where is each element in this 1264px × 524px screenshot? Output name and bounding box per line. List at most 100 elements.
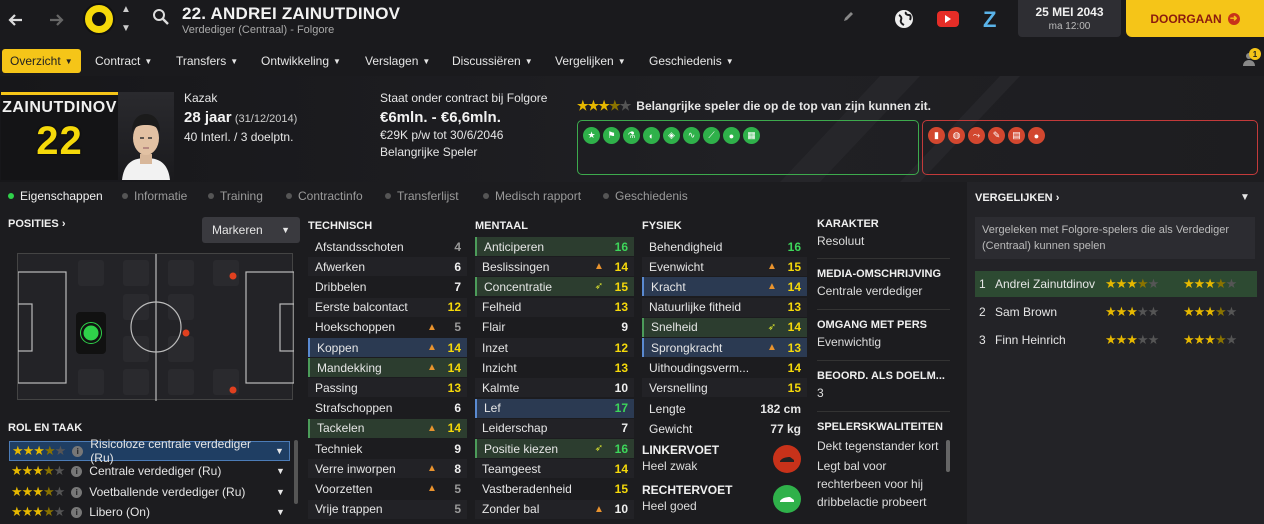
- attr-row[interactable]: Koppen ▲ 14: [308, 338, 467, 357]
- attr-row[interactable]: Versnelling 15: [642, 378, 807, 398]
- compare-row[interactable]: 1 Andrei Zainutdinov ★★★★★ ★★★★★: [975, 271, 1257, 297]
- attr-row[interactable]: Anticiperen 16: [475, 237, 634, 256]
- attr-row[interactable]: Afwerken 6: [308, 257, 467, 277]
- foot-trait-icon[interactable]: ◍: [948, 127, 965, 144]
- menu-ontwikkeling[interactable]: Ontwikkeling ▼: [253, 49, 349, 73]
- attr-row[interactable]: Positie kiezen ➶ 16: [475, 439, 634, 458]
- role-item[interactable]: ★★★★★ i Risicoloze centrale verdediger (…: [9, 437, 290, 465]
- attr-row[interactable]: Flair 9: [475, 318, 634, 337]
- compare-row[interactable]: 2 Sam Brown ★★★★★ ★★★★★: [975, 299, 1257, 325]
- attr-row[interactable]: Vastberadenheid 15: [475, 479, 634, 498]
- chevron-down-icon[interactable]: ▼: [276, 507, 290, 517]
- continue-button[interactable]: DOORGAAN ➜: [1126, 0, 1264, 37]
- compare-row[interactable]: 3 Finn Heinrich ★★★★★ ★★★★★: [975, 327, 1257, 353]
- attr-row[interactable]: Teamgeest 14: [475, 459, 634, 479]
- info-icon[interactable]: i: [72, 445, 84, 457]
- attr-row[interactable]: Natuurlijke fitheid 13: [642, 297, 807, 317]
- attr-row[interactable]: Zonder bal ▲ 10: [475, 499, 634, 519]
- info-icon[interactable]: i: [71, 486, 83, 498]
- positions-heading[interactable]: POSITIES ›: [8, 218, 65, 230]
- attr-row[interactable]: Leiderschap 7: [475, 418, 634, 438]
- attr-row[interactable]: Uithoudingsverm... 14: [642, 358, 807, 377]
- player-switch-arrows[interactable]: ▲ ▼: [119, 4, 133, 34]
- shield-trait-icon[interactable]: ◈: [663, 127, 680, 144]
- tab-geschiedenis[interactable]: Geschiedenis: [603, 189, 688, 203]
- compare-heading[interactable]: VERGELIJKEN ›: [975, 192, 1059, 204]
- z-app-icon[interactable]: Z: [983, 7, 996, 33]
- menu-geschiedenis[interactable]: Geschiedenis ▼: [641, 49, 742, 73]
- notifications-icon[interactable]: 1: [1240, 48, 1261, 70]
- wrench-trait-icon[interactable]: ✎: [988, 127, 1005, 144]
- menu-overzicht[interactable]: Overzicht ▼: [2, 49, 81, 73]
- mark-dropdown[interactable]: Markeren ▼: [202, 217, 300, 243]
- club-badge-icon[interactable]: [83, 3, 115, 35]
- globe-icon[interactable]: [893, 8, 915, 33]
- roles-scrollbar[interactable]: [294, 440, 298, 504]
- attr-row[interactable]: Eerste balcontact 12: [308, 297, 467, 317]
- team-weak-trait-icon[interactable]: ●: [1028, 127, 1045, 144]
- attr-row[interactable]: Passing 13: [308, 378, 467, 398]
- attr-row[interactable]: Vrije trappen 5: [308, 499, 467, 519]
- heartbeat-trait-icon[interactable]: ∿: [683, 127, 700, 144]
- menu-contract[interactable]: Contract ▼: [87, 49, 160, 73]
- tab-contractinfo[interactable]: Contractinfo: [286, 189, 363, 203]
- brain-trait-icon[interactable]: ◐: [643, 127, 660, 144]
- menu-vergelijken[interactable]: Vergelijken ▼: [547, 49, 634, 73]
- attr-row[interactable]: Kalmte 10: [475, 378, 634, 398]
- back-arrow-icon[interactable]: [2, 6, 30, 34]
- attr-row[interactable]: Voorzetten ▲ 5: [308, 479, 467, 498]
- star-trait-icon[interactable]: ★: [583, 127, 600, 144]
- attr-row[interactable]: Lef 17: [475, 398, 634, 418]
- card-trait-icon[interactable]: ▮: [928, 127, 945, 144]
- flask-trait-icon[interactable]: ⚗: [623, 127, 640, 144]
- attr-row[interactable]: Verre inworpen ▲ 8: [308, 459, 467, 479]
- forward-arrow-icon[interactable]: [42, 6, 70, 34]
- chevron-down-icon[interactable]: ▼: [276, 466, 290, 476]
- date-display[interactable]: 25 MEI 2043 ma 12:00: [1018, 0, 1121, 37]
- attr-row[interactable]: Inzicht 13: [475, 358, 634, 377]
- chevron-down-icon[interactable]: ▼: [276, 487, 290, 497]
- attr-row[interactable]: Inzet 12: [475, 338, 634, 357]
- attr-row[interactable]: Snelheid ➶ 14: [642, 317, 807, 337]
- attr-row[interactable]: Tackelen ▲ 14: [308, 418, 467, 438]
- team-trait-icon[interactable]: ▦: [743, 127, 760, 144]
- tab-eigenschappen[interactable]: Eigenschappen: [8, 189, 103, 203]
- header-trait-icon[interactable]: ●: [723, 127, 740, 144]
- attr-row[interactable]: Techniek 9: [308, 439, 467, 458]
- qualities-scrollbar[interactable]: [946, 440, 950, 472]
- attr-row[interactable]: Hoekschoppen ▲ 5: [308, 318, 467, 337]
- role-item[interactable]: ★★★★★ i Centrale verdediger (Ru) ▼: [9, 461, 290, 481]
- search-icon[interactable]: [152, 8, 170, 29]
- attr-row[interactable]: Kracht ▲ 14: [642, 277, 807, 297]
- document-trait-icon[interactable]: ▤: [1008, 127, 1025, 144]
- chevron-up-icon[interactable]: ▲: [121, 4, 131, 15]
- menu-discussieren[interactable]: Discussiëren ▼: [444, 49, 541, 73]
- attr-row[interactable]: Strafschoppen 6: [308, 399, 467, 418]
- tab-informatie[interactable]: Informatie: [122, 189, 187, 203]
- attr-row[interactable]: Sprongkracht ▲ 13: [642, 338, 807, 357]
- pencil-icon[interactable]: [842, 11, 854, 26]
- youtube-icon[interactable]: [937, 11, 959, 27]
- attr-row[interactable]: Behendigheid 16: [642, 237, 807, 256]
- attr-row[interactable]: Afstandsschoten 4: [308, 237, 467, 256]
- boots-trait-icon[interactable]: ⤳: [968, 127, 985, 144]
- tab-medisch-rapport[interactable]: Medisch rapport: [483, 189, 581, 203]
- attr-row[interactable]: Felheid 13: [475, 297, 634, 317]
- tackle-trait-icon[interactable]: ⟋: [703, 127, 720, 144]
- menu-transfers[interactable]: Transfers ▼: [168, 49, 246, 73]
- attr-row[interactable]: Mandekking ▲ 14: [308, 358, 467, 378]
- tab-transferlijst[interactable]: Transferlijst: [385, 189, 459, 203]
- chevron-down-icon[interactable]: ▼: [121, 23, 131, 34]
- info-icon[interactable]: i: [71, 465, 83, 477]
- info-icon[interactable]: i: [71, 506, 83, 518]
- attr-row[interactable]: Beslissingen ▲ 14: [475, 257, 634, 277]
- attr-row[interactable]: Dribbelen 7: [308, 277, 467, 296]
- chevron-down-icon[interactable]: ▼: [1240, 192, 1250, 203]
- chevron-down-icon[interactable]: ▼: [275, 446, 289, 456]
- attr-row[interactable]: Evenwicht ▲ 15: [642, 257, 807, 277]
- role-item[interactable]: ★★★★★ i Libero (On) ▼: [9, 502, 290, 522]
- tab-training[interactable]: Training: [208, 189, 263, 203]
- attr-row[interactable]: Concentratie ➶ 15: [475, 277, 634, 297]
- menu-verslagen[interactable]: Verslagen ▼: [357, 49, 438, 73]
- role-item[interactable]: ★★★★★ i Voetballende verdediger (Ru) ▼: [9, 482, 290, 502]
